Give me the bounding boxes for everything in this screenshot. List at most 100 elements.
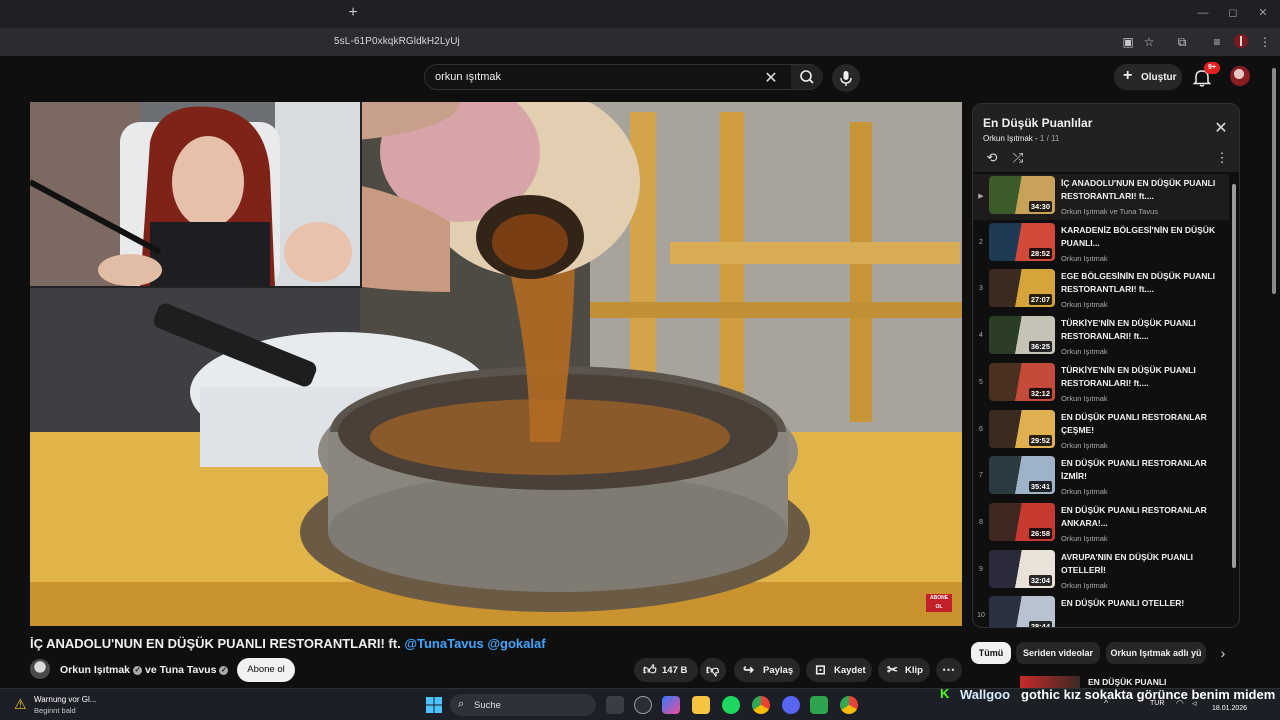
file-explorer-icon[interactable] [692, 696, 710, 714]
playlist-item-title[interactable]: EGE BÖLGESİNİN EN DÜŞÜK PUANLI RESTORANT… [1061, 270, 1223, 296]
playlist-item[interactable]: 2 28:52 KARADENİZ BÖLGESİ'NİN EN DÜŞÜK PUA… [973, 221, 1229, 267]
subscribe-button[interactable]: Abone ol [237, 658, 295, 682]
taskbar-search[interactable]: ⌕ Suche [450, 694, 596, 716]
mention-link-tunatavus[interactable]: @TunaTavus [404, 636, 483, 651]
weather-warning-title[interactable]: Warnung vor Gl... [34, 695, 96, 704]
chat-message: gothic kız sokakta görünce benim midem [1021, 687, 1276, 702]
playlist-item-title[interactable]: EN DÜŞÜK PUANLI RESTORANLAR ANKARA!... [1061, 504, 1223, 530]
playlist-item-thumbnail[interactable]: 34:30 [989, 176, 1055, 214]
streamer-webcam-overlay [30, 102, 362, 288]
page-scrollbar[interactable] [1270, 58, 1278, 686]
playlist-title[interactable]: En Düşük Puanlılar [983, 116, 1092, 130]
playlist-item[interactable]: 10 28:44 EN DÜŞÜK PUANLI OTELLER! Orkun Işı… [973, 594, 1229, 627]
account-avatar[interactable] [1230, 66, 1250, 86]
chrome-profile-icon[interactable] [840, 696, 858, 714]
page-scroll-thumb[interactable] [1272, 68, 1276, 294]
share-button[interactable]: ↪ Paylaş [734, 658, 800, 682]
reading-list-icon[interactable]: ≡ [1209, 34, 1225, 50]
video-player[interactable]: ABONE OL [30, 102, 962, 626]
chrome-icon[interactable] [752, 696, 770, 714]
windows-start-icon[interactable] [426, 697, 442, 713]
bookmark-star-icon[interactable]: ☆ [1141, 34, 1157, 50]
playlist-scroll-thumb[interactable] [1232, 184, 1236, 568]
channel-avatar[interactable] [30, 659, 50, 679]
discord-icon[interactable] [782, 696, 800, 714]
cast-icon[interactable]: ▣ [1120, 34, 1136, 50]
close-window-button[interactable]: ✕ [1248, 4, 1278, 22]
channel-names[interactable]: Orkun Işıtmak ✓ ve Tuna Tavus ✓ [60, 664, 231, 676]
playlist-item-title[interactable]: İÇ ANADOLU'NUN EN DÜŞÜK PUANLI RESTORANT… [1061, 177, 1223, 203]
more-actions-button[interactable]: ⋯ [936, 658, 962, 682]
task-view-icon[interactable] [606, 696, 624, 714]
playlist-item-thumbnail[interactable]: 32:04 [989, 549, 1055, 588]
playlist-item-title[interactable]: EN DÜŞÜK PUANLI OTELLER! [1061, 597, 1223, 610]
search-input[interactable]: orkun ışıtmak [435, 71, 501, 83]
search-button[interactable] [791, 65, 823, 89]
playlist-item-thumbnail[interactable]: 26:58 [989, 502, 1055, 541]
like-button[interactable]: 👍︎ 147 B [634, 658, 698, 682]
playlist-item-index: 2 [979, 238, 983, 246]
playlist-item-thumbnail[interactable]: 36:25 [989, 316, 1055, 355]
playlist-item[interactable]: 4 36:25 TÜRKİYE'NİN EN DÜŞÜK PUANLI RESTOR… [973, 314, 1229, 360]
mention-link-gokalaf[interactable]: @gokalaf [487, 636, 545, 651]
microphone-icon [840, 71, 852, 86]
loop-icon[interactable]: ⟲ [983, 150, 1001, 166]
create-button[interactable]: + Oluştur [1114, 64, 1182, 90]
search-box[interactable]: orkun ışıtmak ✕ [424, 64, 823, 90]
playlist-item-thumbnail[interactable]: 27:07 [989, 269, 1055, 308]
clip-button[interactable]: ✂ Klip [878, 658, 930, 682]
new-tab-button[interactable]: + [344, 4, 362, 22]
playlist-item[interactable]: 7 35:41 EN DÜŞÜK PUANLI RESTORANLAR İZMİR!… [973, 454, 1229, 500]
playlist-item-title[interactable]: EN DÜŞÜK PUANLI RESTORANLAR ÇEŞME! [1061, 411, 1223, 437]
dislike-button[interactable]: 👎︎ [700, 658, 726, 682]
playlist-item-thumbnail[interactable]: 32:12 [989, 362, 1055, 401]
playlist-item[interactable]: 6 29:52 EN DÜŞÜK PUANLI RESTORANLAR ÇEŞME!… [973, 408, 1229, 454]
save-button[interactable]: ⊡ Kaydet [806, 658, 872, 682]
playlist-item-thumbnail[interactable]: 28:44 [989, 596, 1055, 627]
video-title-text: İÇ ANADOLU'NUN EN DÜŞÜK PUANLI RESTORANT… [30, 636, 401, 651]
playlist-item-title[interactable]: TÜRKİYE'NİN EN DÜŞÜK PUANLI RESTORANLARI… [1061, 364, 1223, 390]
chevron-right-icon[interactable]: › [1212, 642, 1234, 664]
browser-menu-icon[interactable]: ⋮ [1257, 34, 1273, 50]
playlist-item-title[interactable]: TÜRKİYE'NİN EN DÜŞÜK PUANLI RESTORANLARI… [1061, 317, 1223, 343]
url-text[interactable]: 5sL-61P0xkqkRGldkH2LyUj [334, 36, 460, 47]
playlist-item[interactable]: 5 32:12 TÜRKİYE'NİN EN DÜŞÜK PUANLI RESTOR… [973, 361, 1229, 407]
duration-badge: 28:52 [1028, 247, 1052, 259]
app-icon-green[interactable] [810, 696, 828, 714]
playlist-item[interactable]: 9 32:04 AVRUPA'NIN EN DÜŞÜK PUANLI OTELLER… [973, 548, 1229, 594]
playlist-menu-icon[interactable]: ⋮ [1213, 150, 1231, 166]
playlist-item-title[interactable]: KARADENİZ BÖLGESİ'NİN EN DÜŞÜK PUANLI... [1061, 224, 1223, 250]
channel-name-tuna[interactable]: Tuna Tavus [160, 664, 217, 676]
warning-icon[interactable]: ⚠ [14, 696, 27, 713]
playlist-item-title[interactable]: EN DÜŞÜK PUANLI RESTORANLAR İZMİR! [1061, 457, 1223, 483]
copilot-icon[interactable] [662, 696, 680, 714]
extensions-icon[interactable]: ⧉ [1174, 34, 1190, 50]
chip-series[interactable]: Seriden videolar [1016, 642, 1100, 664]
channel-name-orkun[interactable]: Orkun Işıtmak [60, 664, 130, 676]
playlist-item-index: 3 [979, 285, 983, 293]
profile-icon[interactable] [1233, 34, 1249, 50]
playlist-item[interactable]: 8 26:58 EN DÜŞÜK PUANLI RESTORANLAR ANKARA… [973, 501, 1229, 547]
save-label: Kaydet [834, 665, 866, 676]
minimize-button[interactable]: — [1188, 4, 1218, 22]
duration-badge: 26:58 [1028, 527, 1052, 539]
clear-search-icon[interactable]: ✕ [761, 68, 781, 88]
playlist-item-thumbnail[interactable]: 29:52 [989, 409, 1055, 448]
spotify-icon[interactable] [722, 696, 740, 714]
tray-date[interactable]: 18.01.2026 [1212, 705, 1247, 712]
chip-uploaded-by[interactable]: Orkun Işıtmak adlı yü [1106, 642, 1206, 664]
playlist-item-title[interactable]: AVRUPA'NIN EN DÜŞÜK PUANLI OTELLERİ! [1061, 551, 1223, 577]
voice-search-button[interactable] [832, 64, 860, 92]
close-playlist-icon[interactable]: ✕ [1213, 118, 1229, 138]
chip-all[interactable]: Tümü [971, 642, 1011, 664]
playlist-item[interactable]: 3 27:07 EGE BÖLGESİNİN EN DÜŞÜK PUANLI RES… [973, 267, 1229, 313]
playlist-item[interactable]: ▶ 34:30 İÇ ANADOLU'NUN EN DÜŞÜK PUANLI RES… [973, 174, 1229, 220]
playlist-item-thumbnail[interactable]: 28:52 [989, 222, 1055, 261]
subscribe-watermark[interactable]: ABONE OL [926, 594, 952, 612]
app-icon-1[interactable] [634, 696, 652, 714]
playlist-owner[interactable]: Orkun Işıtmak [983, 134, 1033, 143]
playlist-item-thumbnail[interactable]: 35:41 [989, 456, 1055, 495]
playlist-scrollbar[interactable] [1231, 178, 1237, 622]
shuffle-icon[interactable]: ⤮ [1009, 150, 1027, 166]
maximize-button[interactable]: ◻ [1218, 4, 1248, 22]
